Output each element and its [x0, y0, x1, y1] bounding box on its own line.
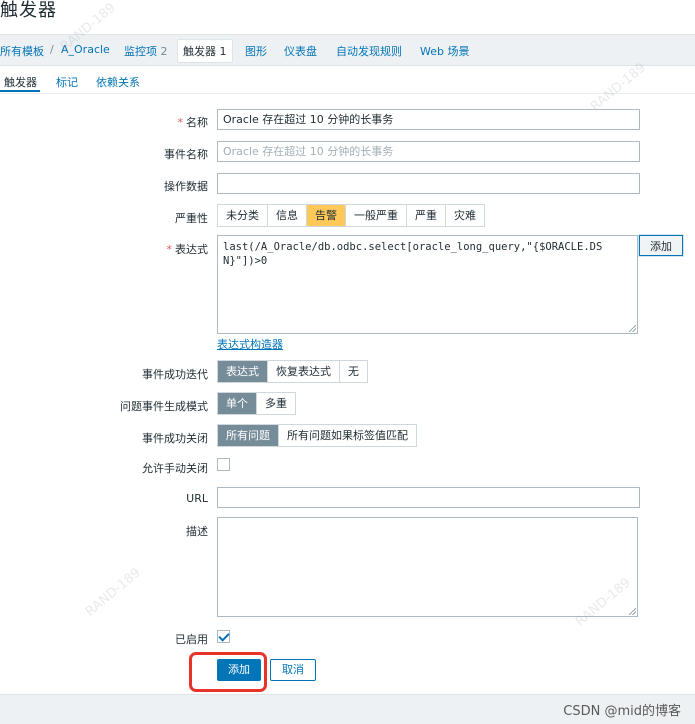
resize-grip-icon[interactable]: [629, 608, 636, 615]
problem-mode-multiple[interactable]: 多重: [257, 393, 295, 414]
ok-event-closes-label: 事件成功关闭: [142, 432, 208, 445]
closes-tag-match[interactable]: 所有问题如果标签值匹配: [279, 425, 416, 446]
ok-event-none[interactable]: 无: [340, 361, 367, 382]
manual-close-label: 允许手动关闭: [142, 462, 208, 475]
ok-event-expression[interactable]: 表达式: [218, 361, 268, 382]
ok-event-generation-selector: 表达式 恢复表达式 无: [217, 360, 368, 383]
tab-dependencies[interactable]: 依赖关系: [96, 74, 140, 90]
url-input[interactable]: [217, 487, 640, 508]
active-tab-indicator: [0, 90, 40, 92]
tab-graphs[interactable]: 图形: [245, 43, 267, 59]
ok-event-recovery-expression[interactable]: 恢复表达式: [268, 361, 340, 382]
ok-event-generation-label: 事件成功迭代: [142, 368, 208, 381]
severity-high[interactable]: 严重: [407, 205, 446, 226]
url-label: URL: [186, 492, 208, 505]
tab-dashboards[interactable]: 仪表盘: [284, 43, 317, 59]
tab-web[interactable]: Web 场景: [420, 43, 469, 59]
triggers-count: 1: [219, 45, 227, 58]
name-input[interactable]: Oracle 存在超过 10 分钟的长事务: [217, 109, 640, 130]
problem-mode-label: 问题事件生成模式: [120, 400, 208, 413]
csdn-watermark: CSDN @mid的博客: [563, 704, 681, 719]
name-label: * 名称: [177, 116, 209, 129]
cancel-button[interactable]: 取消: [270, 659, 316, 681]
tab-triggers[interactable]: 触发器 1: [177, 39, 233, 63]
add-expression-button[interactable]: 添加: [639, 235, 683, 256]
expression-textarea[interactable]: last(/A_Oracle/db.odbc.select[oracle_lon…: [217, 235, 638, 334]
closes-all-problems[interactable]: 所有问题: [218, 425, 279, 446]
bg-watermark: RAND-189: [587, 60, 649, 115]
tab-trigger[interactable]: 触发器: [4, 74, 37, 90]
triggers-label: 触发器: [183, 45, 216, 58]
expression-label: * 表达式: [166, 243, 209, 256]
tab-discovery[interactable]: 自动发现规则: [336, 43, 402, 59]
severity-not-classified[interactable]: 未分类: [218, 205, 268, 226]
tab-tags[interactable]: 标记: [56, 74, 78, 90]
breadcrumb-all-templates[interactable]: 所有模板: [0, 43, 44, 59]
tab-items[interactable]: 监控项 2: [124, 43, 168, 59]
description-label: 描述: [186, 525, 208, 538]
breadcrumb-separator: /: [50, 43, 54, 56]
enabled-label: 已启用: [175, 633, 208, 646]
enabled-checkbox[interactable]: [217, 630, 230, 643]
event-name-label: 事件名称: [164, 148, 208, 161]
severity-warning[interactable]: 告警: [307, 205, 346, 226]
expression-text: last(/A_Oracle/db.odbc.select[oracle_lon…: [223, 241, 603, 267]
bg-watermark: RAND-189: [82, 565, 144, 620]
ok-event-closes-selector: 所有问题 所有问题如果标签值匹配: [217, 424, 417, 447]
severity-disaster[interactable]: 灾难: [446, 205, 484, 226]
items-count: 2: [160, 45, 168, 58]
manual-close-checkbox[interactable]: [217, 458, 230, 471]
page-title: 触发器: [0, 0, 57, 21]
problem-mode-selector: 单个 多重: [217, 392, 296, 415]
problem-mode-single[interactable]: 单个: [218, 393, 257, 414]
expression-builder-link[interactable]: 表达式构造器: [217, 336, 283, 352]
opdata-input[interactable]: [217, 173, 640, 194]
breadcrumb: 所有模板 / A_Oracle 监控项 2 触发器 1 图形 仪表盘 自动发现规…: [0, 34, 695, 66]
description-textarea[interactable]: [217, 517, 638, 617]
opdata-label: 操作数据: [164, 180, 208, 193]
tab-divider: [0, 93, 695, 94]
items-label: 监控项: [124, 45, 157, 58]
resize-grip-icon[interactable]: [629, 325, 636, 332]
severity-information[interactable]: 信息: [268, 205, 307, 226]
highlight-annotation: [189, 652, 267, 692]
event-name-input[interactable]: Oracle 存在超过 10 分钟的长事务: [217, 141, 640, 162]
severity-selector: 未分类 信息 告警 一般严重 严重 灾难: [217, 204, 485, 227]
severity-average[interactable]: 一般严重: [346, 205, 407, 226]
severity-label: 严重性: [175, 212, 208, 225]
